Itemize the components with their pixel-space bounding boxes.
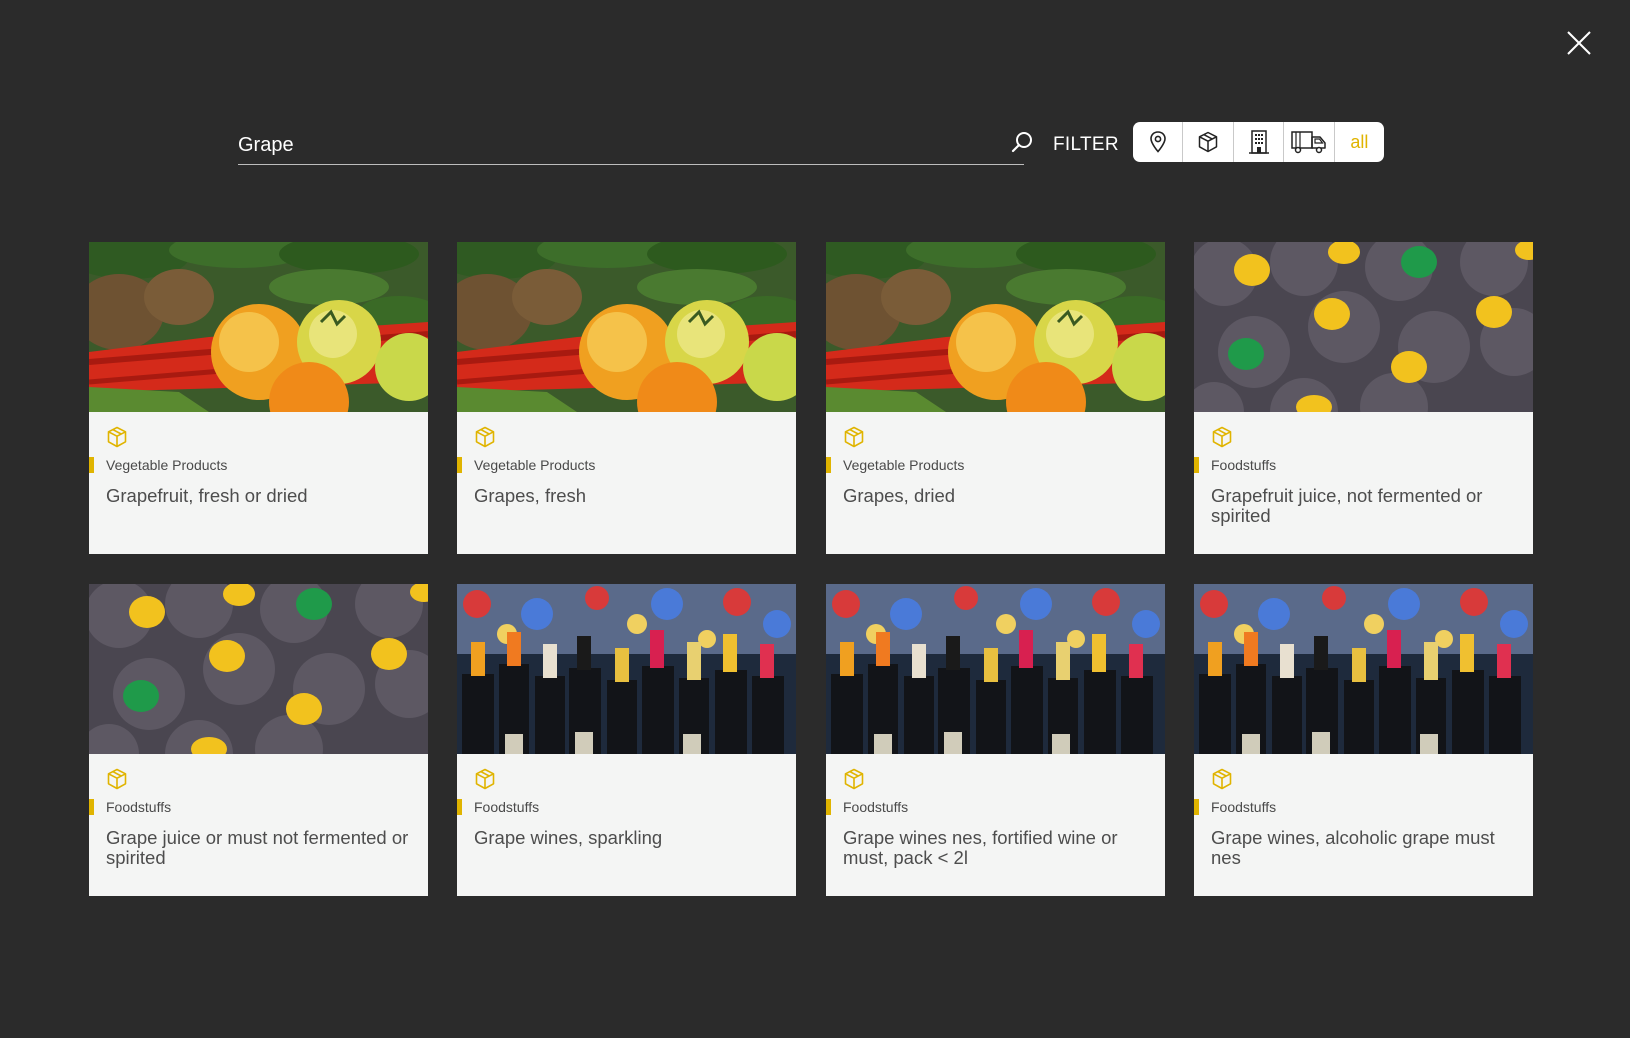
filter-segmented-control: all: [1133, 122, 1384, 162]
card-image-juice-bottles: [89, 584, 428, 754]
filter-company-button[interactable]: [1234, 122, 1285, 162]
building-icon: [1248, 130, 1269, 154]
card-category: Vegetable Products: [843, 457, 965, 473]
filter-product-button[interactable]: [1183, 122, 1234, 162]
card-title: Grape wines nes, fortified wine or must,…: [843, 827, 1118, 868]
card-image-wine-bottles: [1194, 584, 1533, 754]
card-category: Foodstuffs: [1211, 799, 1277, 815]
filter-label: FILTER: [1053, 134, 1119, 155]
result-card[interactable]: Foodstuffs Grape wines, sparkling: [457, 584, 796, 896]
card-title: Grapefruit juice, not fermented or spiri…: [1211, 485, 1483, 526]
category-marker: [826, 457, 831, 473]
card-title: Grape wines, sparkling: [474, 827, 663, 848]
result-card[interactable]: Foodstuffs Grape wines, alcoholic grape …: [1194, 584, 1533, 896]
package-box-icon: [1198, 131, 1218, 153]
category-marker: [457, 799, 462, 815]
result-card[interactable]: Vegetable Products Grapefruit, fresh or …: [89, 242, 428, 554]
close-button[interactable]: [1562, 26, 1596, 60]
category-marker: [1194, 799, 1199, 815]
category-marker: [1194, 457, 1199, 473]
card-title: Grape juice or must not fermented or spi…: [106, 827, 409, 868]
card-category: Vegetable Products: [474, 457, 596, 473]
card-category: Vegetable Products: [106, 457, 228, 473]
search-overlay: FILTER: [0, 0, 1630, 1038]
result-card[interactable]: Foodstuffs Grape juice or must not ferme…: [89, 584, 428, 896]
filter-all-button[interactable]: all: [1335, 122, 1384, 162]
close-icon: [1567, 31, 1591, 55]
card-title: Grapes, dried: [843, 485, 956, 506]
result-card[interactable]: Vegetable Products Grapes, dried: [826, 242, 1165, 554]
search-icon[interactable]: [1010, 130, 1034, 154]
search-field: [238, 126, 1024, 165]
result-card[interactable]: Vegetable Products Grapes, fresh: [457, 242, 796, 554]
category-marker: [826, 799, 831, 815]
package-box-icon: [105, 425, 129, 449]
package-box-icon: [842, 425, 866, 449]
card-image-wine-bottles: [826, 584, 1165, 754]
search-input[interactable]: [238, 130, 978, 160]
category-marker: [457, 457, 462, 473]
result-card[interactable]: Foodstuffs Grape wines nes, fortified wi…: [826, 584, 1165, 896]
package-box-icon: [473, 425, 497, 449]
card-title: Grape wines, alcoholic grape must nes: [1211, 827, 1495, 868]
filter-all-label: all: [1350, 131, 1369, 152]
card-image-juice-bottles: [1194, 242, 1533, 412]
filter-location-button[interactable]: [1133, 122, 1184, 162]
package-box-icon: [473, 767, 497, 791]
truck-icon: [1291, 131, 1326, 154]
card-category: Foodstuffs: [843, 799, 909, 815]
package-box-icon: [1210, 767, 1234, 791]
filter-logistics-button[interactable]: [1284, 122, 1335, 162]
card-title: Grapes, fresh: [474, 485, 587, 506]
card-image-wine-bottles: [457, 584, 796, 754]
card-category: Foodstuffs: [106, 799, 172, 815]
card-image-vegetables: [89, 242, 428, 412]
location-pin-icon: [1149, 131, 1166, 153]
package-box-icon: [105, 767, 129, 791]
card-image-vegetables: [826, 242, 1165, 412]
category-marker: [89, 457, 94, 473]
package-box-icon: [1210, 425, 1234, 449]
card-image-vegetables: [457, 242, 796, 412]
result-card[interactable]: Foodstuffs Grapefruit juice, not ferment…: [1194, 242, 1533, 554]
package-box-icon: [842, 767, 866, 791]
card-category: Foodstuffs: [1211, 457, 1277, 473]
card-category: Foodstuffs: [474, 799, 540, 815]
card-title: Grapefruit, fresh or dried: [106, 485, 308, 506]
category-marker: [89, 799, 94, 815]
